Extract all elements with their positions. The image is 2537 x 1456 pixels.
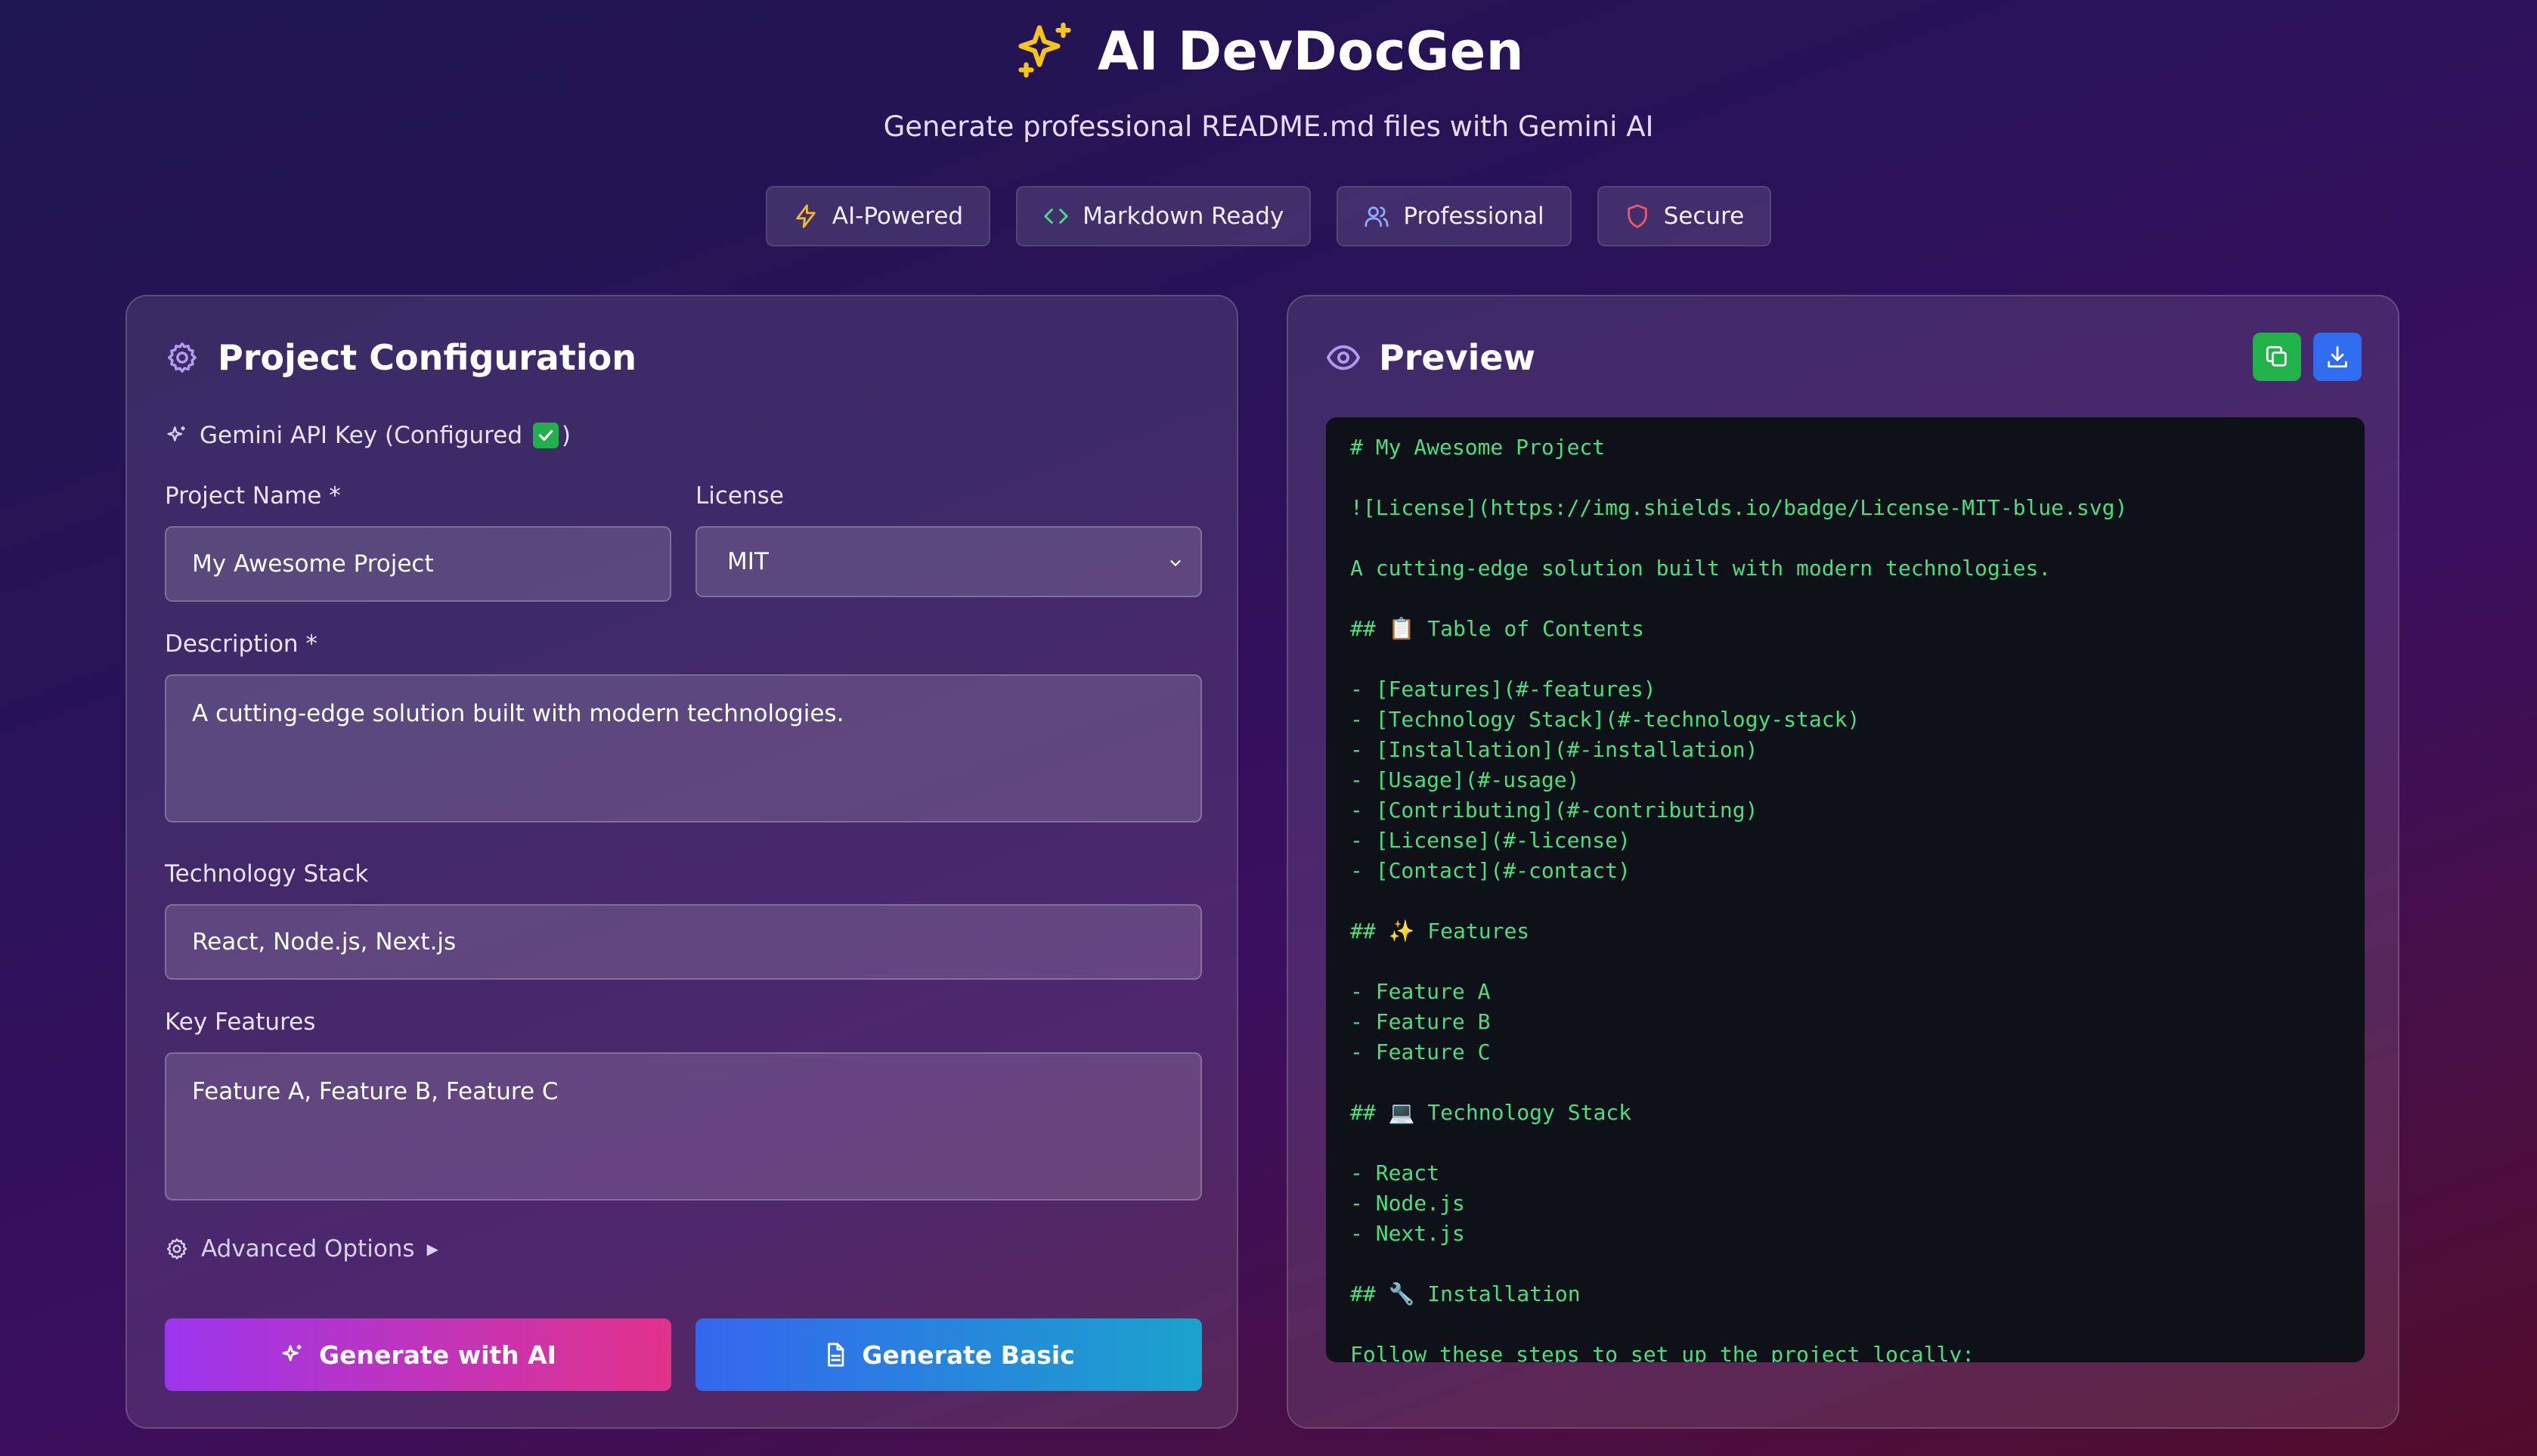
badge-ai-powered: AI-Powered [765, 186, 991, 246]
code-line: - [Usage](#-usage) [1350, 767, 1580, 792]
shield-icon [1627, 204, 1647, 228]
file-text-icon [828, 1343, 844, 1367]
code-line: ## 📋 Table of Contents [1350, 616, 1644, 641]
sparkles-icon [1018, 22, 1071, 78]
badge-label: AI-Powered [832, 203, 964, 230]
code-line: ## 🔧 Installation [1350, 1281, 1581, 1306]
download-button[interactable] [2313, 333, 2362, 381]
description-label: Description * [165, 630, 318, 658]
badge-label: Secure [1663, 203, 1745, 230]
code-line: ![License](https://img.shields.io/badge/… [1350, 495, 2128, 520]
code-line: - [License](#-license) [1350, 828, 1631, 853]
badge-label: Professional [1403, 203, 1544, 230]
preview-panel: Preview # My Awesome Project ![License](… [1287, 295, 2399, 1429]
project-name-input[interactable] [165, 526, 671, 602]
project-name-label: Project Name * [165, 482, 341, 510]
app-header: AI DevDocGen [0, 20, 2537, 83]
code-line: - Feature C [1350, 1039, 1491, 1064]
tech-stack-input[interactable] [165, 904, 1202, 980]
code-line: - [Installation](#-installation) [1350, 737, 1758, 762]
code-line: A cutting-edge solution built with moder… [1350, 556, 2052, 581]
code-line: - Node.js [1350, 1191, 1465, 1216]
code-line: - [Contributing](#-contributing) [1350, 798, 1758, 822]
app-title: AI DevDocGen [1097, 20, 1525, 82]
caret-right-icon: ▶ [426, 1240, 438, 1258]
chevron-down-icon [1170, 560, 1181, 566]
copy-button[interactable] [2253, 333, 2301, 381]
key-features-textarea[interactable]: Feature A, Feature B, Feature C [165, 1052, 1202, 1200]
generate-basic-button[interactable]: Generate Basic [695, 1318, 1202, 1391]
code-line: - Feature A [1350, 979, 1491, 1004]
users-icon [1365, 206, 1389, 228]
tech-stack-label: Technology Stack [165, 860, 369, 888]
badge-markdown-ready: Markdown Ready [1016, 186, 1312, 246]
feature-badges: AI-Powered Markdown Ready Professional S… [0, 186, 2537, 246]
api-key-status: Gemini API Key (Configured ) [165, 422, 571, 449]
code-line: - Next.js [1350, 1221, 1465, 1246]
key-features-label: Key Features [165, 1008, 316, 1036]
sparkles-icon [282, 1345, 302, 1362]
gear-icon [168, 342, 197, 373]
code-line: # My Awesome Project [1350, 435, 1606, 460]
description-textarea[interactable]: A cutting-edge solution built with moder… [165, 674, 1202, 822]
download-icon [2328, 345, 2347, 368]
eye-icon [1326, 345, 1361, 370]
generate-with-ai-button[interactable]: Generate with AI [165, 1318, 671, 1391]
code-line: - [Features](#-features) [1350, 677, 1656, 702]
code-line: ## 💻 Technology Stack [1350, 1100, 1632, 1125]
project-configuration-panel: Project Configuration Gemini API Key (Co… [125, 295, 1238, 1429]
markdown-preview[interactable]: # My Awesome Project ![License](https://… [1326, 417, 2365, 1362]
code-line: - [Contact](#-contact) [1350, 858, 1631, 883]
gear-icon [166, 1238, 187, 1259]
sparkles-icon [167, 426, 185, 441]
code-line: - Feature B [1350, 1009, 1491, 1034]
code-line: - [Technology Stack](#-technology-stack) [1350, 707, 1860, 732]
license-select[interactable]: MIT [695, 526, 1202, 597]
advanced-options-label: Advanced Options [201, 1235, 415, 1262]
panel-title: Preview [1326, 337, 1535, 378]
badge-secure: Secure [1597, 186, 1772, 246]
code-line: ## ✨ Features [1350, 919, 1530, 943]
panel-title: Project Configuration [165, 337, 637, 378]
code-line: - React [1350, 1160, 1440, 1185]
code-line: Follow these steps to set up the project… [1350, 1342, 1975, 1362]
license-selected-value: MIT [727, 548, 769, 575]
advanced-options-toggle[interactable]: Advanced Options ▶ [165, 1235, 438, 1262]
license-label: License [695, 482, 784, 510]
copy-icon [2266, 345, 2287, 367]
code-icon [1044, 209, 1068, 224]
check-icon [532, 423, 559, 448]
badge-professional: Professional [1337, 186, 1572, 246]
lightning-icon [796, 204, 816, 228]
app-subtitle: Generate professional README.md files wi… [883, 110, 1654, 143]
badge-label: Markdown Ready [1083, 203, 1284, 230]
